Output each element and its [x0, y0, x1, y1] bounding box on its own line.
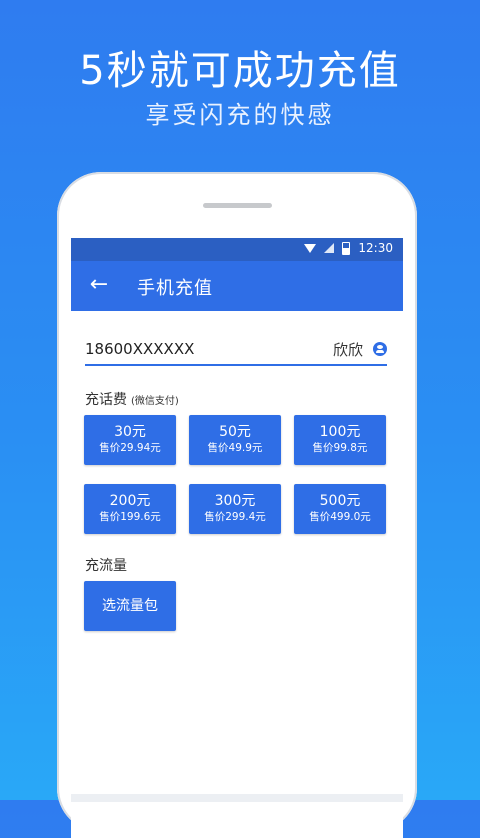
status-time: 12:30 — [358, 241, 393, 255]
select-data-plan-button[interactable]: 选流量包 — [84, 581, 176, 631]
phone-number-input[interactable]: 18600XXXXXX — [85, 340, 194, 358]
option-price: 售价299.4元 — [204, 511, 266, 523]
phone-fee-section-title: 充话费 (微信支付) — [85, 389, 179, 409]
phone-screen: 12:30 ← 手机充值 18600XXXXXX 欣欣 充话费 (微信支付) 30… — [71, 238, 403, 838]
option-face-value: 500元 — [319, 493, 361, 509]
page-title: 手机充值 — [137, 278, 213, 299]
back-arrow-icon[interactable]: ← — [87, 271, 111, 299]
option-price: 售价99.8元 — [312, 442, 368, 454]
phone-number-field[interactable]: 18600XXXXXX 欣欣 — [85, 338, 387, 366]
recharge-option-300[interactable]: 300元 售价299.4元 — [189, 484, 281, 534]
signal-icon — [324, 243, 335, 253]
status-bar: 12:30 — [71, 238, 403, 261]
option-face-value: 100元 — [319, 424, 361, 440]
option-price: 售价499.0元 — [309, 511, 371, 523]
option-face-value: 30元 — [114, 424, 146, 440]
recharge-option-500[interactable]: 500元 售价499.0元 — [294, 484, 386, 534]
option-price: 售价29.94元 — [99, 442, 161, 454]
promo-subline: 享受闪充的快感 — [145, 101, 335, 129]
option-price: 售价199.6元 — [99, 511, 161, 523]
data-plan-title: 充流量 — [85, 558, 127, 574]
contact-name: 欣欣 — [332, 341, 363, 359]
contact-icon[interactable] — [373, 342, 387, 356]
option-face-value: 200元 — [109, 493, 151, 509]
bottom-divider — [71, 794, 403, 802]
phone-speaker — [203, 203, 272, 208]
option-face-value: 300元 — [214, 493, 256, 509]
phone-fee-title: 充话费 — [85, 392, 127, 408]
recharge-option-30[interactable]: 30元 售价29.94元 — [84, 415, 176, 465]
recharge-option-100[interactable]: 100元 售价99.8元 — [294, 415, 386, 465]
recharge-option-50[interactable]: 50元 售价49.9元 — [189, 415, 281, 465]
wifi-icon — [304, 243, 317, 253]
option-face-value: 50元 — [219, 424, 251, 440]
phone-mockup: 12:30 ← 手机充值 18600XXXXXX 欣欣 充话费 (微信支付) 30… — [57, 172, 417, 838]
recharge-option-200[interactable]: 200元 售价199.6元 — [84, 484, 176, 534]
promo-headline: 5秒就可成功充值 — [79, 48, 401, 94]
app-bar: ← 手机充值 — [71, 261, 403, 311]
payment-note: (微信支付) — [131, 396, 179, 407]
battery-icon — [342, 241, 351, 255]
option-price: 售价49.9元 — [207, 442, 263, 454]
